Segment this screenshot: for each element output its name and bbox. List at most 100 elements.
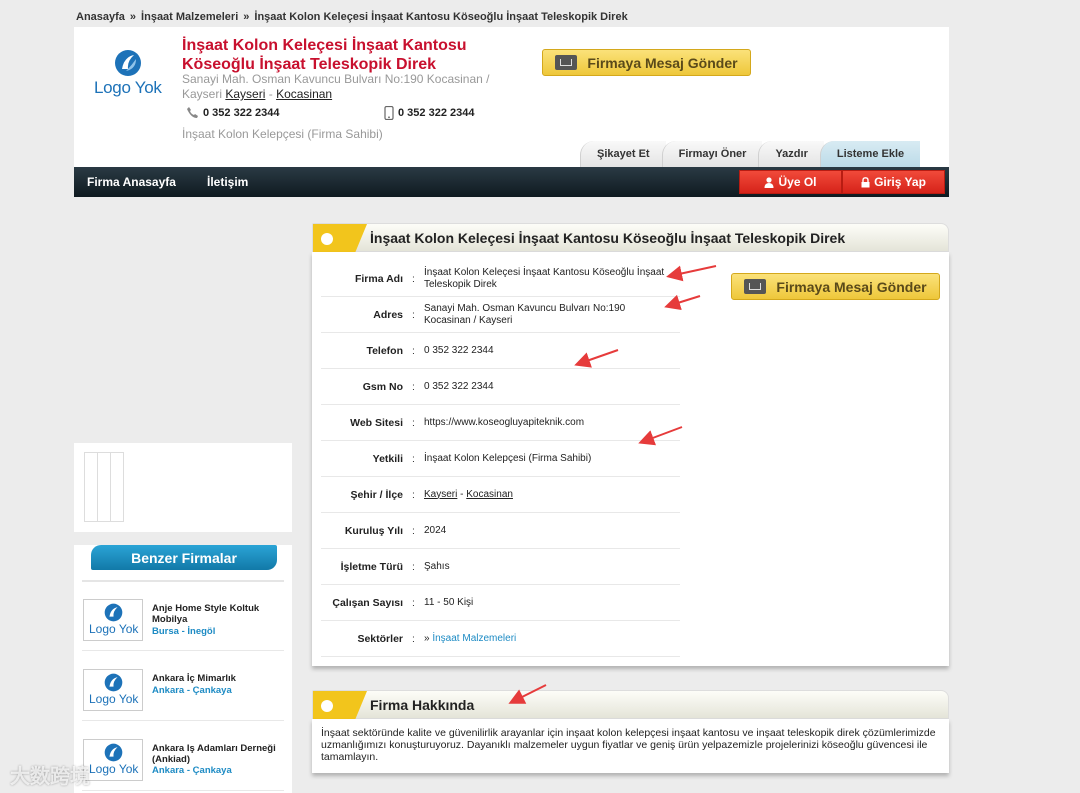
detail-colon: : xyxy=(412,380,415,393)
detail-colon: : xyxy=(412,560,415,573)
location-separator: - xyxy=(181,626,185,637)
website-link[interactable]: https://www.koseogluyapiteknik.com xyxy=(424,417,674,429)
similar-company-item[interactable]: Logo Yok Ankara Iş Adamları Derneği (Ank… xyxy=(82,731,284,791)
similar-company-name[interactable]: Ankara Iş Adamları Derneği (Ankiad) xyxy=(152,743,282,765)
logo-text: Logo Yok xyxy=(89,762,139,776)
ad-box xyxy=(74,443,292,532)
detail-colon: : xyxy=(412,416,415,429)
similar-company-location: Ankara - Çankaya xyxy=(152,685,232,696)
section-marker-icon xyxy=(313,224,367,253)
city-link[interactable]: Kayseri xyxy=(225,87,265,101)
similar-company-name[interactable]: Anje Home Style Koltuk Mobilya xyxy=(152,603,282,625)
detail-row-contact-person: Yetkili : İnşaat Kolon Kelepçesi (Firma … xyxy=(321,441,680,477)
location-separator: - xyxy=(460,488,464,500)
breadcrumb-current: İnşaat Kolon Keleçesi İnşaat Kantosu Kös… xyxy=(254,11,628,23)
city-separator: - xyxy=(268,87,273,101)
mobile-info: 0 352 322 2344 xyxy=(384,106,474,120)
sector-link[interactable]: İnşaat Malzemeleri xyxy=(432,633,516,644)
district-link[interactable]: Kocasinan xyxy=(466,489,513,500)
city-link[interactable]: Bursa xyxy=(152,626,179,637)
about-section: İnşaat sektöründe kalite ve güvenilirlik… xyxy=(312,719,949,773)
detail-value: » İnşaat Malzemeleri xyxy=(424,633,674,645)
detail-row-address: Adres : Sanayi Mah. Osman Kavuncu Bulvar… xyxy=(321,297,680,333)
tab-complain[interactable]: Şikayet Et xyxy=(580,141,666,167)
detail-value: İnşaat Kolon Keleçesi İnşaat Kantosu Kös… xyxy=(424,266,665,290)
tab-print[interactable]: Yazdır xyxy=(758,141,824,167)
logo-text: Logo Yok xyxy=(89,622,139,636)
city-link[interactable]: Kayseri xyxy=(424,489,457,500)
detail-row-founded: Kuruluş Yılı : 2024 xyxy=(321,513,680,549)
detail-value: İnşaat Kolon Kelepçesi (Firma Sahibi) xyxy=(424,452,592,464)
detail-colon: : xyxy=(412,272,415,285)
logo-mark-icon xyxy=(104,743,123,762)
detail-label: Firma Adı xyxy=(354,272,403,285)
detail-colon: : xyxy=(412,452,415,465)
city-link[interactable]: Ankara xyxy=(152,765,184,776)
district-link[interactable]: Çankaya xyxy=(193,765,232,776)
logo-text: Logo Yok xyxy=(94,78,162,97)
detail-label: Telefon xyxy=(366,344,403,357)
detail-row-sectors: Sektörler : » İnşaat Malzemeleri xyxy=(321,621,680,657)
detail-row-employees: Çalışan Sayısı : 11 - 50 Kişi xyxy=(321,585,680,621)
detail-value: 0 352 322 2344 xyxy=(424,344,494,356)
phone-icon xyxy=(187,107,198,118)
location-separator: - xyxy=(186,685,191,696)
detail-colon: : xyxy=(412,344,415,357)
send-message-label: Firmaya Mesaj Gönder xyxy=(587,54,738,71)
detail-label: Kuruluş Yılı xyxy=(344,524,403,537)
detail-value: 2024 xyxy=(424,524,447,536)
detail-colon: : xyxy=(412,524,415,537)
detail-row-gsm: Gsm No : 0 352 322 2344 xyxy=(321,369,680,405)
district-link[interactable]: Çankaya xyxy=(193,685,232,696)
location-separator: - xyxy=(186,765,191,776)
send-message-label: Firmaya Mesaj Gönder xyxy=(776,278,927,295)
detail-row-city: Şehir / İlçe : Kayseri - Kocasinan xyxy=(321,477,680,513)
phone-number: 0 352 322 2344 xyxy=(203,106,280,119)
breadcrumb-category-link[interactable]: İnşaat Malzemeleri xyxy=(141,11,238,23)
company-owner: İnşaat Kolon Kelepçesi (Firma Sahibi) xyxy=(182,127,383,141)
bullet-icon: » xyxy=(424,632,430,644)
nav-contact[interactable]: İletişim xyxy=(207,167,248,197)
similar-company-logo: Logo Yok xyxy=(83,669,143,711)
similar-companies-title: Benzer Firmalar xyxy=(91,545,277,570)
detail-row-phone: Telefon : 0 352 322 2344 xyxy=(321,333,680,369)
tab-recommend[interactable]: Firmayı Öner xyxy=(661,141,763,167)
company-title: İnşaat Kolon Keleçesi İnşaat Kantosu Kös… xyxy=(182,37,467,73)
district-link[interactable]: İnegöl xyxy=(187,626,215,637)
action-tabs: Şikayet Et Firmayı Öner Yazdır Listeme E… xyxy=(580,141,921,167)
detail-label: Sektörler xyxy=(357,632,403,645)
similar-company-item[interactable]: Logo Yok Ankara İç Mimarlık Ankara - Çan… xyxy=(82,661,284,721)
detail-label: Adres xyxy=(373,308,403,321)
similar-company-item[interactable]: Logo Yok Anje Home Style Koltuk Mobilya … xyxy=(82,591,284,651)
detail-label: Şehir / İlçe xyxy=(350,488,403,501)
send-message-button[interactable]: Firmaya Mesaj Gönder xyxy=(542,49,751,76)
login-label: Giriş Yap xyxy=(874,175,926,189)
lock-icon xyxy=(861,176,870,187)
detail-row-business-type: İşletme Türü : Şahıs xyxy=(321,549,680,585)
similar-company-name[interactable]: Ankara İç Mimarlık xyxy=(152,673,282,684)
city-link[interactable]: Ankara xyxy=(152,685,184,696)
phone-info: 0 352 322 2344 xyxy=(186,106,279,119)
detail-value: Sanayi Mah. Osman Kavuncu Bulvarı No:190… xyxy=(424,302,626,326)
logo-mark-icon xyxy=(104,603,123,622)
send-message-button-side[interactable]: Firmaya Mesaj Gönder xyxy=(731,273,940,300)
breadcrumb-separator: » xyxy=(129,11,137,23)
breadcrumb: Anasayfa » İnşaat Malzemeleri » İnşaat Kolon… xyxy=(76,11,628,23)
logo-mark-icon xyxy=(115,50,141,76)
register-button[interactable]: Üye Ol xyxy=(739,170,842,194)
ad-slot xyxy=(110,452,124,522)
similar-company-logo: Logo Yok xyxy=(83,739,143,781)
breadcrumb-home-link[interactable]: Anasayfa xyxy=(76,11,125,23)
nav-company-home[interactable]: Firma Anasayfa xyxy=(87,167,176,197)
about-header: Firma Hakkında xyxy=(312,690,949,720)
mobile-number: 0 352 322 2344 xyxy=(398,107,475,119)
district-link[interactable]: Kocasinan xyxy=(276,87,332,101)
company-details: Firma Adı : İnşaat Kolon Keleçesi İnşaat… xyxy=(312,252,949,666)
section-marker-icon xyxy=(313,691,367,720)
company-details-header: İnşaat Kolon Keleçesi İnşaat Kantosu Kös… xyxy=(312,223,949,253)
tab-add-to-list[interactable]: Listeme Ekle xyxy=(819,141,921,167)
login-button[interactable]: Giriş Yap xyxy=(842,170,945,194)
company-address: Sanayi Mah. Osman Kavuncu Bulvarı No:190… xyxy=(182,72,512,102)
about-text: İnşaat sektöründe kalite ve güvenilirlik… xyxy=(321,727,936,763)
similar-company-location: Bursa - İnegöl xyxy=(152,626,215,637)
